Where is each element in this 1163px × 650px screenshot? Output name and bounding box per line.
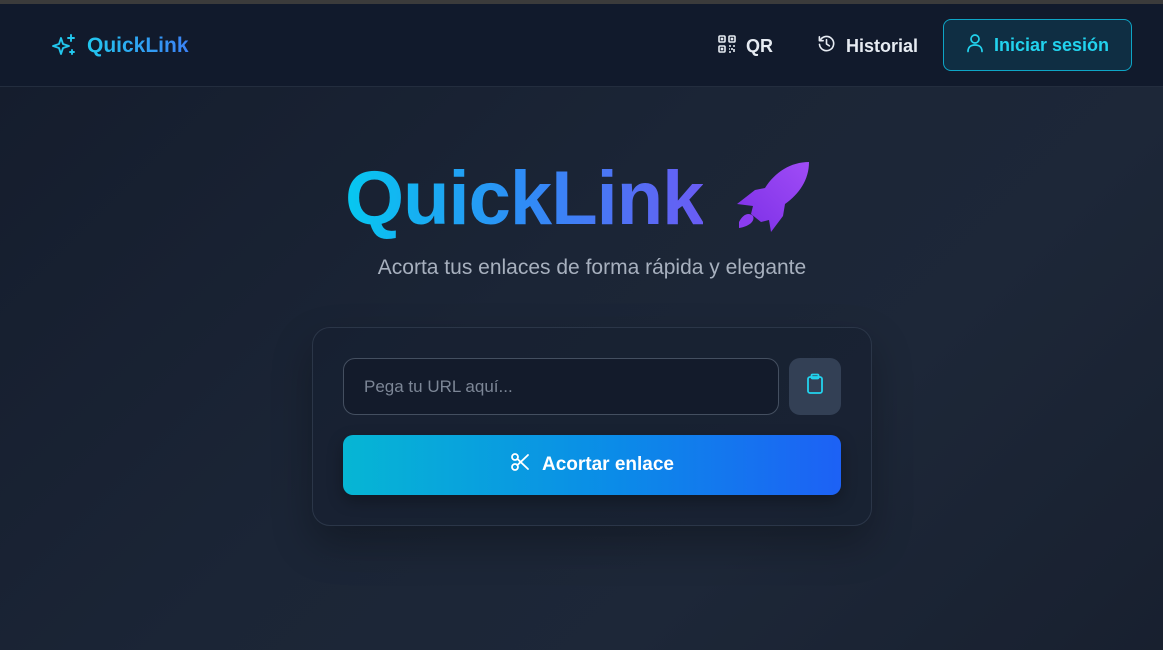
login-label: Iniciar sesión: [993, 34, 1110, 55]
nav-history-label: Historial: [846, 35, 919, 56]
nav-qr-label: QR: [746, 35, 773, 56]
nav-history-link[interactable]: Historial: [817, 32, 918, 60]
user-icon: [966, 33, 984, 58]
nav-qr-link[interactable]: QR: [718, 32, 773, 60]
scissors-icon: [510, 452, 530, 478]
shorten-button-label: Acortar enlace: [541, 454, 674, 475]
navbar: QuickLink QR Historial Iniciar sesión: [0, 4, 1163, 87]
url-input[interactable]: [343, 358, 779, 415]
hero-subtitle: Acorta tus enlaces de forma rápida y ele…: [377, 256, 807, 279]
hero-title: QuickLink: [345, 156, 704, 241]
history-icon: [817, 34, 836, 58]
rocket-icon: [733, 160, 813, 239]
clipboard-icon: [805, 373, 825, 400]
paste-button[interactable]: [789, 358, 841, 415]
shorten-form-card: Acortar enlace: [312, 327, 872, 526]
brand-name: QuickLink: [87, 34, 189, 57]
brand-link[interactable]: QuickLink: [51, 32, 189, 60]
shorten-button[interactable]: Acortar enlace: [343, 435, 841, 495]
qr-code-icon: [718, 34, 736, 58]
sparkles-icon: [51, 33, 77, 59]
hero-heading: QuickLink: [345, 158, 825, 240]
login-button[interactable]: Iniciar sesión: [943, 19, 1132, 71]
